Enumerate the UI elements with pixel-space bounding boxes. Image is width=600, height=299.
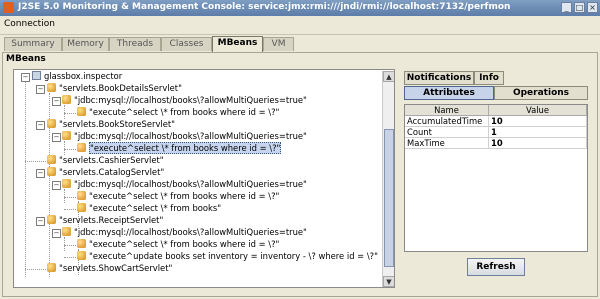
collapse-handle[interactable]: − bbox=[36, 169, 45, 178]
tree-node[interactable]: "execute^select \* from books where id =… bbox=[77, 191, 279, 202]
tree-line bbox=[64, 149, 76, 150]
mbean-icon bbox=[62, 131, 71, 140]
tab-memory[interactable]: Memory bbox=[62, 37, 109, 51]
mbean-icon bbox=[62, 179, 71, 188]
tree-line bbox=[64, 257, 76, 258]
tree-node[interactable]: "servlets.BookStoreServlet" bbox=[47, 119, 175, 130]
tree-line bbox=[64, 141, 65, 155]
collapse-handle[interactable]: − bbox=[21, 73, 30, 82]
attribute-value: 10 bbox=[489, 138, 587, 149]
scroll-down-icon[interactable]: ▼ bbox=[383, 276, 394, 287]
mbean-icon bbox=[77, 107, 86, 116]
tree-node[interactable]: "jdbc:mysql://localhost/books\?allowMult… bbox=[62, 227, 307, 238]
tree-line bbox=[64, 197, 76, 198]
tree-node[interactable]: "jdbc:mysql://localhost/books\?allowMult… bbox=[62, 131, 307, 142]
tree-node[interactable]: "execute^select \* from books where id =… bbox=[77, 239, 279, 250]
attributes-table: Name Value AccumulatedTime 10 Count 1 Ma… bbox=[404, 104, 588, 252]
title-bar: J2SE 5.0 Monitoring & Management Console… bbox=[0, 0, 600, 16]
collapse-handle[interactable]: − bbox=[52, 97, 61, 106]
collapse-handle[interactable]: − bbox=[52, 181, 61, 190]
tree-line bbox=[64, 209, 76, 210]
tree-node[interactable]: "servlets.ShowCartServlet" bbox=[47, 263, 172, 274]
tree-line bbox=[64, 189, 65, 203]
mbean-icon bbox=[77, 203, 86, 212]
tree-node[interactable]: "servlets.CatalogServlet" bbox=[47, 167, 164, 178]
scroll-thumb[interactable] bbox=[384, 129, 394, 267]
menu-bar: Connection bbox=[0, 16, 600, 35]
tree-node[interactable]: "jdbc:mysql://localhost/books\?allowMult… bbox=[62, 95, 307, 106]
tree-line bbox=[25, 269, 46, 270]
tree-line bbox=[64, 105, 65, 119]
mbeans-section-label: MBeans bbox=[6, 54, 46, 64]
details-panel: Notifications Info Attributes Operations… bbox=[402, 69, 588, 288]
minimize-icon[interactable]: _ bbox=[561, 2, 572, 13]
mbean-tree[interactable]: − glassbox.inspector − "servlets.BookDet… bbox=[13, 69, 395, 288]
collapse-handle[interactable]: − bbox=[36, 85, 45, 94]
tree-root[interactable]: glassbox.inspector bbox=[32, 71, 122, 82]
attribute-value: 10 bbox=[489, 116, 587, 127]
mbean-icon bbox=[47, 155, 56, 164]
table-row[interactable]: Count 1 bbox=[405, 127, 587, 138]
java-app-icon bbox=[3, 2, 14, 13]
attribute-value: 1 bbox=[489, 127, 587, 138]
tree-node[interactable]: "servlets.CashierServlet" bbox=[47, 155, 164, 166]
scroll-up-icon[interactable]: ▲ bbox=[383, 71, 394, 82]
tab-attributes[interactable]: Attributes bbox=[404, 86, 494, 100]
tab-threads[interactable]: Threads bbox=[109, 37, 161, 51]
tab-info[interactable]: Info bbox=[474, 71, 504, 85]
tree-line bbox=[25, 81, 26, 277]
tree-node[interactable]: "servlets.BookDetailsServlet" bbox=[47, 83, 182, 94]
mbean-icon bbox=[47, 263, 56, 272]
mbean-icon bbox=[47, 119, 56, 128]
column-header-name[interactable]: Name bbox=[405, 105, 489, 116]
tab-notifications[interactable]: Notifications bbox=[404, 71, 474, 85]
tree-node[interactable]: "execute^select \* from books where id =… bbox=[77, 107, 279, 118]
maximize-icon[interactable]: □ bbox=[574, 2, 585, 13]
tree-node[interactable]: "servlets.ReceiptServlet" bbox=[47, 215, 163, 226]
tree-line bbox=[25, 161, 46, 162]
mbean-icon bbox=[62, 227, 71, 236]
mbean-icon bbox=[47, 215, 56, 224]
mbean-icon bbox=[47, 83, 56, 92]
tree-node[interactable]: "execute^select \* from books" bbox=[77, 203, 221, 214]
collapse-handle[interactable]: − bbox=[36, 121, 45, 130]
table-row[interactable]: AccumulatedTime 10 bbox=[405, 116, 587, 127]
table-row[interactable]: MaxTime 10 bbox=[405, 138, 587, 149]
refresh-button[interactable]: Refresh bbox=[467, 258, 525, 276]
attribute-name: AccumulatedTime bbox=[405, 116, 489, 127]
tab-mbeans[interactable]: MBeans bbox=[212, 36, 263, 52]
folder-icon bbox=[32, 71, 41, 80]
tab-operations[interactable]: Operations bbox=[494, 86, 588, 100]
attribute-name: MaxTime bbox=[405, 138, 489, 149]
menu-connection[interactable]: Connection bbox=[4, 19, 55, 29]
collapse-handle[interactable]: − bbox=[52, 229, 61, 238]
tree-node-selected[interactable]: "execute^select \* from books where id =… bbox=[77, 142, 282, 154]
column-header-value[interactable]: Value bbox=[489, 105, 587, 116]
attribute-name: Count bbox=[405, 127, 489, 138]
mbean-icon bbox=[77, 191, 86, 200]
main-tabs: Summary Memory Threads Classes MBeans VM bbox=[2, 36, 598, 52]
tree-node[interactable]: "execute^update books set inventory = in… bbox=[77, 251, 378, 262]
tab-classes[interactable]: Classes bbox=[161, 37, 212, 51]
mbean-icon bbox=[77, 251, 86, 260]
mbean-icon bbox=[47, 167, 56, 176]
mbean-icon bbox=[77, 239, 86, 248]
tree-line bbox=[64, 237, 65, 251]
tree-line bbox=[64, 113, 76, 114]
window-title: J2SE 5.0 Monitoring & Management Console… bbox=[18, 2, 511, 12]
collapse-handle[interactable]: − bbox=[36, 217, 45, 226]
mbean-icon bbox=[77, 143, 86, 152]
tree-node[interactable]: "jdbc:mysql://localhost/books\?allowMult… bbox=[62, 179, 307, 190]
collapse-handle[interactable]: − bbox=[52, 133, 61, 142]
tree-line bbox=[64, 245, 76, 246]
mbean-icon bbox=[62, 95, 71, 104]
tab-summary[interactable]: Summary bbox=[4, 37, 62, 51]
close-icon[interactable]: × bbox=[587, 2, 598, 13]
tree-scrollbar[interactable]: ▲ ▼ bbox=[382, 71, 394, 287]
tab-vm[interactable]: VM bbox=[263, 37, 294, 51]
